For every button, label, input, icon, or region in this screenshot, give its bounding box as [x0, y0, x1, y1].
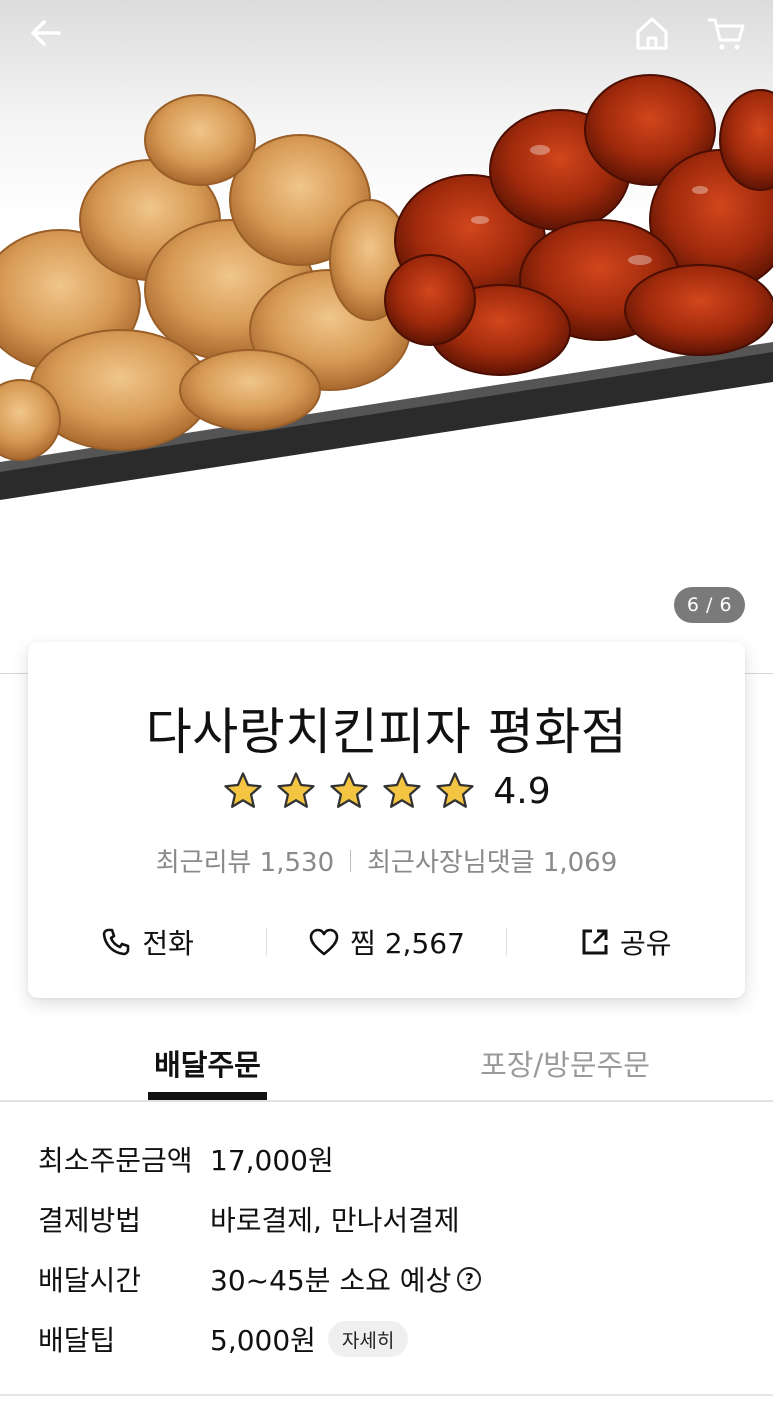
info-value-wrap: 5,000원 자세히 — [210, 1319, 409, 1359]
store-info-card: 다사랑치킨피자 평화점 4.9 최근리뷰 1,530 최근사장님댓글 1,069… — [28, 642, 745, 998]
info-value: 바로결제, 만나서결제 — [210, 1204, 460, 1237]
share-label: 공유 — [620, 927, 672, 960]
rating-value: 4.9 — [493, 770, 551, 812]
image-counter-badge: 6 / 6 — [674, 587, 745, 623]
share-icon — [582, 929, 608, 955]
phone-icon — [103, 928, 130, 956]
favorite-button[interactable]: 찜 2,567 — [267, 922, 505, 962]
star-icon — [330, 772, 368, 808]
chicken-photo — [0, 74, 773, 500]
share-button[interactable]: 공유 — [507, 922, 745, 962]
call-label: 전화 — [142, 927, 194, 960]
review-divider — [350, 849, 352, 872]
info-value: 5,000원 — [210, 1324, 316, 1357]
question-circle-icon[interactable]: ? — [457, 1267, 482, 1291]
info-value: 17,000원 — [210, 1144, 334, 1177]
review-stats: 최근리뷰 1,530 최근사장님댓글 1,069 — [28, 842, 745, 879]
store-name: 다사랑치킨피자 평화점 — [145, 703, 628, 761]
info-row-delivery-tip: 배달팁 5,000원 자세히 — [38, 1315, 409, 1363]
info-value-wrap: 30~45분 소요 예상 ? — [210, 1259, 482, 1299]
info-label: 최소주문금액 — [38, 1144, 193, 1177]
back-arrow-icon — [31, 20, 61, 46]
store-actions: 전화 찜 2,567 공유 — [28, 920, 745, 964]
delivery-tip-detail-button[interactable]: 자세히 — [327, 1321, 409, 1357]
cart-button[interactable] — [702, 10, 750, 56]
tab-delivery[interactable]: 배달주문 — [148, 1030, 267, 1100]
info-row-min-order: 최소주문금액 17,000원 — [38, 1135, 334, 1183]
order-type-tabs: 배달주문 포장/방문주문 — [0, 1030, 773, 1102]
store-hero-image[interactable]: 6 / 6 — [0, 0, 773, 674]
recent-owner-replies-count[interactable]: 최근사장님댓글 1,069 — [367, 842, 617, 879]
active-tab-indicator — [148, 1092, 267, 1100]
back-button[interactable] — [22, 10, 70, 56]
star-icon — [224, 772, 262, 808]
favorite-label: 찜 2,567 — [350, 927, 465, 960]
info-row-delivery-time: 배달시간 30~45분 소요 예상 ? — [38, 1255, 482, 1303]
info-row-payment: 결제방법 바로결제, 만나서결제 — [38, 1195, 460, 1243]
call-button[interactable]: 전화 — [28, 922, 266, 962]
home-icon — [636, 17, 668, 50]
info-label: 배달팁 — [38, 1324, 116, 1357]
rating-row: 4.9 — [28, 770, 745, 812]
heart-icon — [309, 928, 339, 956]
section-divider — [0, 1394, 773, 1396]
recent-reviews-count[interactable]: 최근리뷰 1,530 — [156, 842, 334, 879]
tab-pickup[interactable]: 포장/방문주문 — [470, 1030, 660, 1100]
star-icon — [383, 772, 421, 808]
info-label: 배달시간 — [38, 1264, 142, 1297]
star-icon — [277, 772, 315, 808]
home-button[interactable] — [628, 10, 676, 56]
info-value: 30~45분 소요 예상 — [210, 1264, 452, 1297]
cart-icon — [707, 18, 745, 50]
star-icon — [436, 772, 474, 808]
info-label: 결제방법 — [38, 1204, 142, 1237]
